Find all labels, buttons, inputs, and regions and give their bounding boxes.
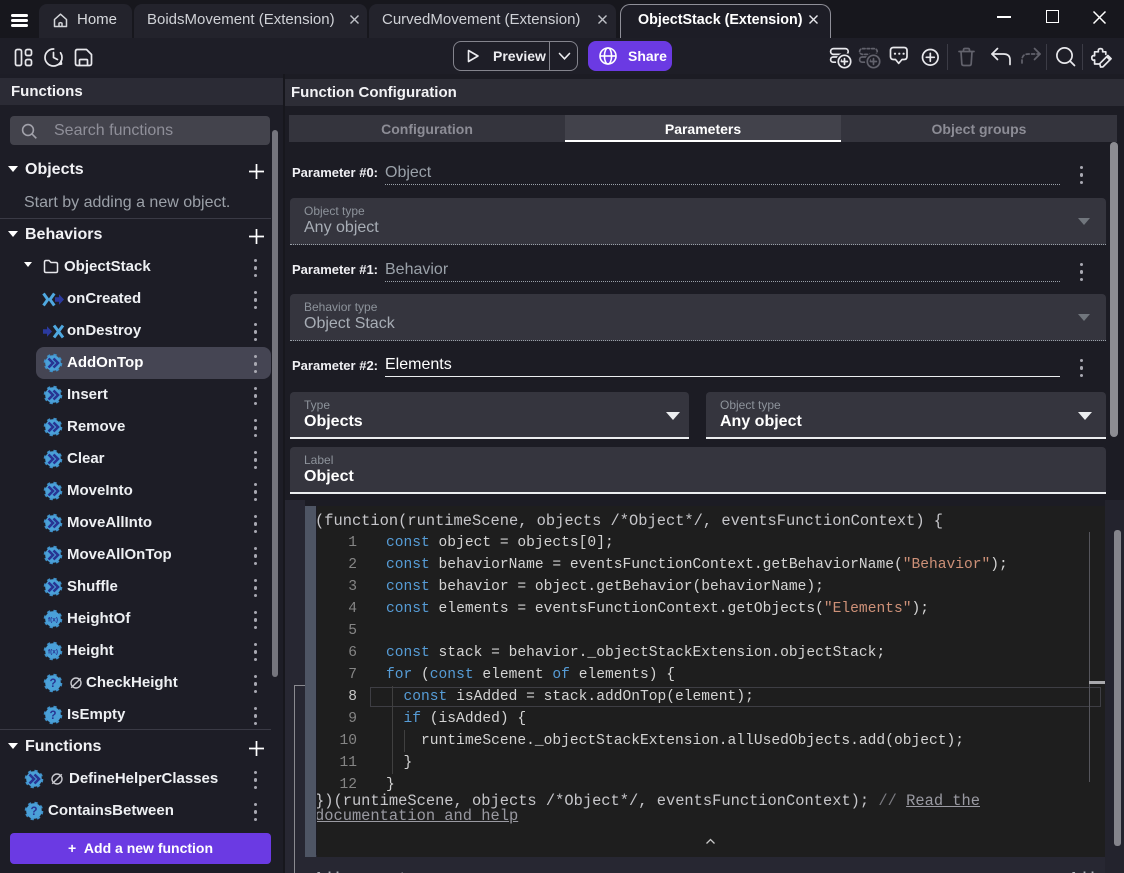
svg-text:f(x): f(x) <box>48 649 58 656</box>
svg-text:?: ? <box>49 710 56 722</box>
svg-text:f(x): f(x) <box>48 617 58 624</box>
svg-text:?: ? <box>30 806 37 818</box>
svg-text:?: ? <box>49 678 56 690</box>
